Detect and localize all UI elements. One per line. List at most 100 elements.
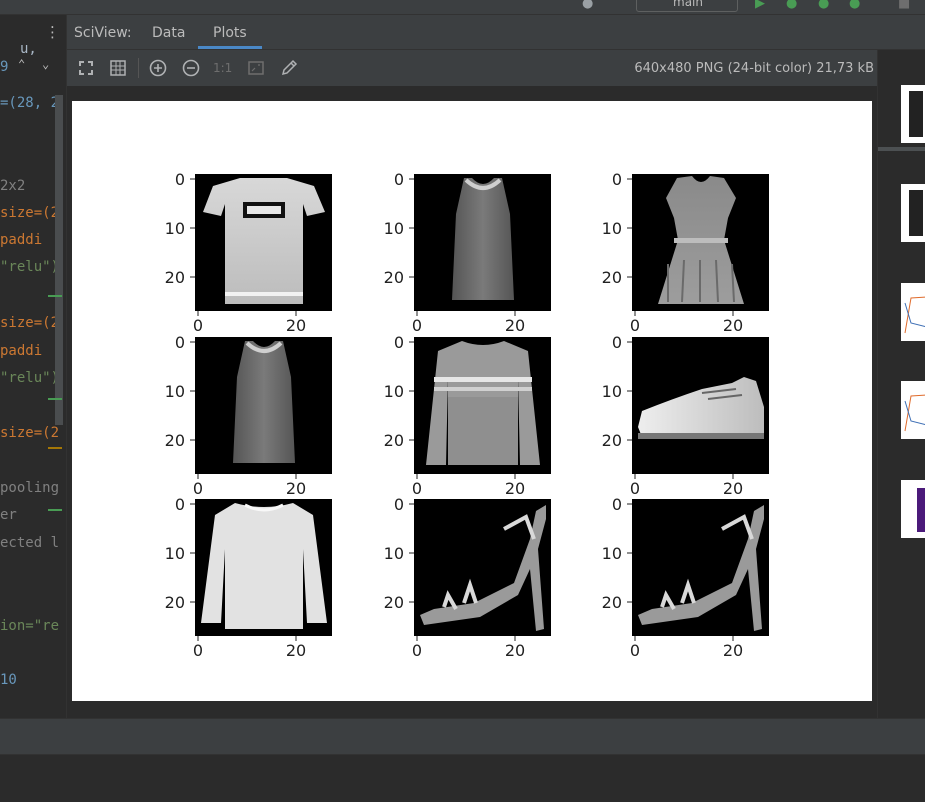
- y-tick-label: 20: [165, 431, 185, 450]
- chevron-down-icon[interactable]: ⌄: [42, 57, 49, 71]
- plot-thumbnail[interactable]: [901, 184, 925, 242]
- x-tick-label: 0: [412, 316, 422, 335]
- change-marker: [48, 295, 62, 297]
- code-line: 10: [0, 672, 17, 688]
- branch-selector[interactable]: main: [636, 0, 738, 12]
- y-tick-label: 20: [384, 268, 404, 287]
- subplot-sweater: 0 10 20 0 20: [384, 333, 551, 498]
- y-tick-label: 0: [612, 495, 622, 514]
- y-tick-label: 0: [394, 170, 404, 189]
- code-line: 2x2: [0, 178, 26, 194]
- y-tick-label: 0: [612, 333, 622, 352]
- sciview-tab-bar: SciView: Data Plots ⋮: [45, 15, 925, 50]
- subplot-sandal: 0 10 20 0 20: [384, 495, 551, 660]
- x-tick-label: 0: [193, 479, 203, 498]
- x-tick-label: 20: [723, 316, 743, 335]
- y-tick-label: 20: [384, 593, 404, 612]
- image-info: 640x480 PNG (24-bit color) 21,73 kB: [634, 61, 874, 76]
- plot-thumbnail[interactable]: [901, 283, 925, 341]
- code-line: 9: [0, 59, 9, 75]
- x-tick-label: 20: [286, 479, 306, 498]
- sciview-toolbar: 1:1 640x480 PNG (24-bit color) 21,73 kB: [67, 50, 925, 86]
- zoom-in-icon[interactable]: [149, 59, 167, 77]
- sweater-image: [426, 341, 540, 465]
- y-tick-label: 0: [175, 495, 185, 514]
- plot-image: 0 10 20 0 20 0 10 20 0 20 0 10 20 0 20 0 10 20 0 20 0 10 20 0 20…: [72, 101, 872, 701]
- sciview-panel: SciView: Data Plots ⋮ 1:1 640x480 PNG (2…: [45, 15, 925, 718]
- y-tick-label: 10: [165, 219, 185, 238]
- code-editor[interactable]: 9 u, =(28, 2 2x2 size=(2 paddi "relu") s…: [0, 15, 66, 718]
- x-tick-label: 20: [286, 641, 306, 660]
- actual-size-button[interactable]: 1:1: [213, 61, 232, 75]
- y-tick-label: 0: [175, 170, 185, 189]
- plot-thumbnail[interactable]: [901, 381, 925, 439]
- subplot-t-shirt: 0 10 20 0 20: [165, 170, 332, 335]
- x-tick-label: 20: [505, 479, 525, 498]
- x-tick-label: 0: [630, 316, 640, 335]
- subplot-sneaker: 0 10 20 0 20: [602, 333, 769, 498]
- code-line: pooling: [0, 480, 60, 496]
- y-tick-label: 10: [602, 382, 622, 401]
- chevron-up-icon[interactable]: ⌃: [18, 57, 25, 71]
- x-tick-label: 20: [723, 479, 743, 498]
- y-tick-label: 10: [602, 219, 622, 238]
- more-options-icon[interactable]: ⋮: [45, 23, 60, 41]
- tab-data[interactable]: Data: [152, 25, 185, 41]
- code-line: ion="re: [0, 618, 60, 634]
- y-tick-label: 10: [165, 544, 185, 563]
- tank-top-image: [233, 341, 295, 463]
- branch-label: main: [673, 0, 703, 9]
- stop-icon[interactable]: ■: [898, 0, 910, 11]
- change-marker: [48, 447, 62, 449]
- code-line: ected l: [0, 535, 60, 551]
- change-marker: [48, 509, 62, 511]
- subplot-sandal: 0 10 20 0 20: [602, 495, 769, 660]
- y-tick-label: 20: [602, 268, 622, 287]
- history-splitter[interactable]: [878, 147, 925, 151]
- status-strip: [0, 718, 925, 754]
- x-tick-label: 0: [630, 479, 640, 498]
- run-icon[interactable]: ▶: [755, 0, 765, 11]
- y-tick-label: 20: [165, 268, 185, 287]
- y-tick-label: 10: [602, 544, 622, 563]
- fit-screen-icon[interactable]: [77, 59, 95, 77]
- code-line: "relu"): [0, 259, 60, 275]
- coverage-icon[interactable]: ●: [818, 0, 829, 11]
- code-line: size=(2: [0, 315, 60, 331]
- code-line: er: [0, 507, 17, 523]
- code-line: paddi: [0, 343, 43, 359]
- debug-icon[interactable]: ●: [786, 0, 797, 11]
- plots-history-panel: [877, 50, 925, 718]
- y-tick-label: 20: [602, 593, 622, 612]
- x-tick-label: 20: [723, 641, 743, 660]
- y-tick-label: 0: [394, 495, 404, 514]
- plot-thumbnail[interactable]: [901, 85, 925, 143]
- toolbar-separator: [138, 58, 139, 78]
- user-icon[interactable]: ●: [582, 0, 593, 11]
- profile-icon[interactable]: ●: [849, 0, 860, 11]
- editor-scrollbar[interactable]: [55, 95, 63, 425]
- sciview-title: SciView:: [74, 25, 132, 41]
- y-tick-label: 10: [384, 382, 404, 401]
- plot-thumbnail[interactable]: [901, 480, 925, 538]
- y-tick-label: 20: [384, 431, 404, 450]
- y-tick-label: 20: [165, 593, 185, 612]
- code-line: paddi: [0, 232, 43, 248]
- subplot-pullover: 0 10 20 0 20: [165, 495, 332, 660]
- grid-icon[interactable]: [109, 59, 127, 77]
- tab-plots[interactable]: Plots: [213, 25, 247, 41]
- fit-window-icon[interactable]: [247, 59, 265, 77]
- change-marker: [48, 398, 62, 400]
- y-tick-label: 0: [612, 170, 622, 189]
- color-picker-icon[interactable]: [280, 59, 298, 77]
- active-tab-indicator: [198, 46, 262, 49]
- tool-window-area: [0, 754, 925, 802]
- subplot-grid: 0 10 20 0 20 0 10 20 0 20 0 10 20 0 20 0 10 20 0 20 0 10 20 0 20…: [165, 170, 769, 660]
- x-tick-label: 20: [286, 316, 306, 335]
- y-tick-label: 10: [384, 219, 404, 238]
- x-tick-label: 0: [412, 479, 422, 498]
- y-tick-label: 10: [165, 382, 185, 401]
- subplot-dress: 0 10 20 0 20: [602, 170, 769, 335]
- x-tick-label: 20: [505, 641, 525, 660]
- zoom-out-icon[interactable]: [182, 59, 200, 77]
